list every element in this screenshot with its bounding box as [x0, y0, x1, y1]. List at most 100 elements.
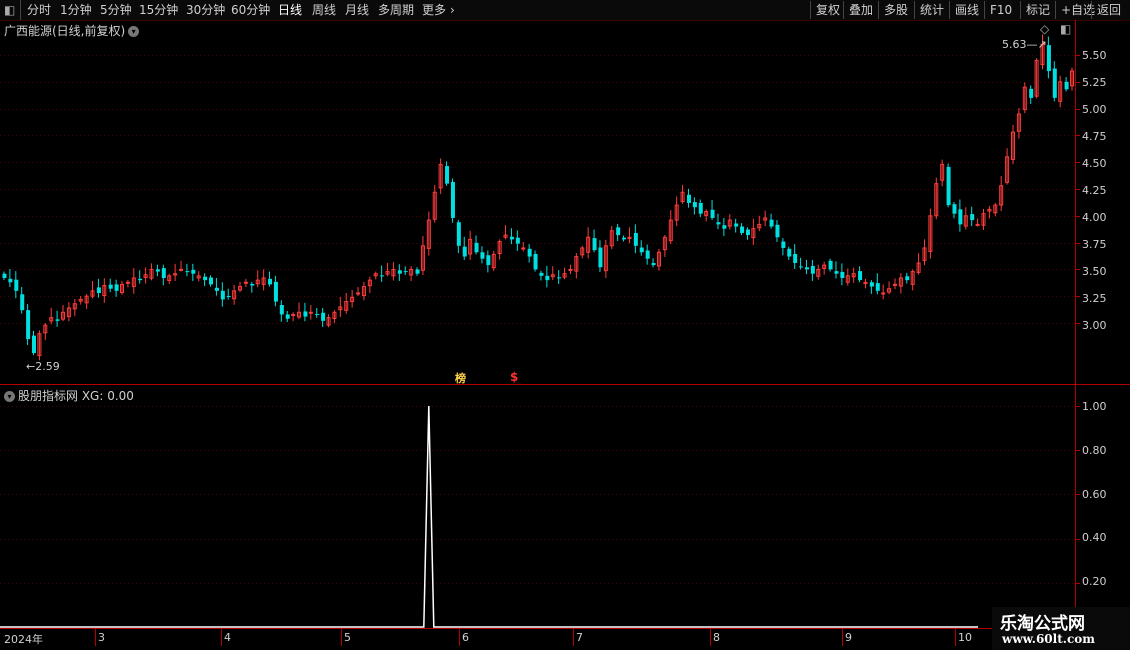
candle-body	[869, 282, 874, 287]
candle-body	[1046, 45, 1051, 72]
candle-body	[740, 226, 745, 233]
y-tick-label: 3.75	[1082, 238, 1107, 251]
watermark-url: www.60lt.com	[1002, 632, 1095, 646]
max-price-value: 5.63	[1002, 38, 1027, 51]
ranking-marker-icon[interactable]: 榜	[455, 370, 466, 386]
y-tick-label: 0.80	[1082, 444, 1107, 457]
candle-body	[462, 246, 467, 257]
indicator-title: 股朋指标网 XG: 0.00	[18, 389, 134, 403]
min-price-value: 2.59	[35, 360, 60, 373]
y-tick-label: 5.25	[1082, 76, 1107, 89]
candle-body	[645, 250, 650, 259]
stock-title: 广西能源(日线,前复权)	[4, 24, 126, 38]
candle-body	[545, 275, 550, 281]
candle-body	[108, 284, 113, 289]
candle-body	[308, 311, 313, 314]
candle-body	[279, 304, 284, 315]
candle-body	[415, 269, 420, 274]
x-tick-label: 7	[576, 631, 583, 644]
candle-body	[26, 310, 31, 340]
candle-body	[8, 278, 13, 283]
candle-body	[892, 283, 897, 286]
candle-body	[598, 247, 603, 268]
chevron-down-icon[interactable]: ▾	[128, 26, 140, 37]
candle-body	[639, 247, 644, 253]
candle-body	[539, 272, 544, 276]
candle-body	[881, 292, 886, 295]
candle-body	[834, 271, 839, 274]
panel-layout-icon[interactable]: ◧	[1060, 22, 1071, 36]
candle-body	[557, 277, 562, 279]
candle-body	[734, 223, 739, 227]
candle-body	[793, 253, 798, 263]
candle-body	[651, 262, 656, 266]
candle-body	[509, 236, 514, 240]
candle-body	[226, 295, 231, 297]
candle-body	[486, 255, 491, 266]
candle-body	[445, 166, 450, 184]
candle-body	[527, 248, 532, 257]
candle-body	[303, 311, 308, 317]
site-watermark: 乐淘公式网 www.60lt.com	[992, 607, 1130, 650]
candle-body	[125, 281, 130, 284]
candle-body	[315, 313, 320, 315]
candle-body	[291, 313, 296, 316]
max-price-label: 5.63—↗	[1002, 38, 1047, 51]
candle-body	[828, 260, 833, 270]
candle-body	[456, 222, 461, 246]
candle-body	[804, 267, 809, 270]
candle-body	[214, 287, 219, 291]
y-tick-label: 4.25	[1082, 184, 1107, 197]
candle-body	[716, 222, 721, 225]
candle-body	[787, 248, 792, 257]
candle-body	[905, 276, 910, 281]
candle-body	[568, 268, 573, 271]
indicator-panel-title[interactable]: ▾ 股朋指标网 XG: 0.00	[4, 387, 134, 404]
y-tick-label: 4.00	[1082, 211, 1107, 224]
diamond-icon[interactable]: ◇	[1040, 22, 1049, 36]
candle-body	[321, 312, 326, 321]
candle-body	[958, 209, 963, 225]
min-price-label: ←2.59	[26, 360, 60, 373]
candle-body	[403, 271, 408, 273]
candlestick-series	[2, 34, 1074, 361]
candle-body	[952, 204, 957, 214]
candle-body	[356, 292, 361, 295]
candle-body	[209, 277, 214, 285]
candle-body	[622, 237, 627, 240]
candle-body	[397, 270, 402, 274]
chart-canvas[interactable]	[0, 0, 1130, 650]
candle-body	[1064, 81, 1069, 90]
x-tick-label: 10	[958, 631, 972, 644]
x-tick-label: 9	[845, 631, 852, 644]
candle-body	[191, 269, 196, 274]
candle-body	[55, 319, 60, 321]
candle-body	[203, 276, 208, 281]
candle-body	[775, 224, 780, 238]
chevron-down-icon[interactable]: ▾	[4, 391, 15, 402]
candle-body	[474, 242, 479, 253]
y-tick-label: 3.00	[1082, 319, 1107, 332]
candle-body	[633, 232, 638, 246]
x-tick-label: 3	[98, 631, 105, 644]
candle-body	[592, 238, 597, 251]
candle-body	[781, 241, 786, 248]
indicator-series	[0, 405, 978, 628]
dollar-marker-icon[interactable]: $	[510, 370, 518, 384]
candle-body	[155, 269, 160, 272]
y-tick-label: 3.25	[1082, 292, 1107, 305]
price-panel-title[interactable]: 广西能源(日线,前复权) ▾	[4, 22, 140, 39]
xg-signal-line	[0, 405, 978, 628]
candle-body	[20, 294, 25, 311]
candle-body	[799, 266, 804, 268]
candle-body	[616, 227, 621, 236]
y-tick-label: 0.20	[1082, 575, 1107, 588]
y-tick-label: 3.50	[1082, 265, 1107, 278]
y-tick-label: 0.60	[1082, 488, 1107, 501]
candle-body	[450, 181, 455, 218]
candle-body	[114, 284, 119, 291]
candle-body	[243, 281, 248, 284]
candle-body	[138, 278, 143, 281]
candle-body	[875, 283, 880, 291]
x-tick-label: 2024年	[4, 633, 43, 646]
